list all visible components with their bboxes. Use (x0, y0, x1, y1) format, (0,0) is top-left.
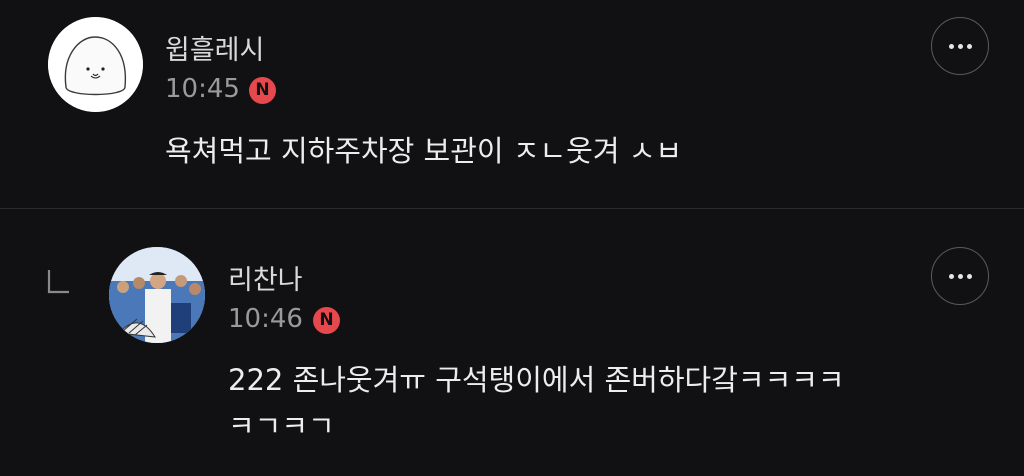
more-dot (966, 273, 972, 279)
comment-text-line-2: ㅋㄱㅋㄱ (228, 409, 335, 443)
more-dot (957, 43, 963, 49)
username[interactable]: 윕흘레시 (165, 28, 264, 67)
comment-item: 윕흘레시 10:45 N 욕쳐먹고 지하주차장 보관이 ㅈㄴ웃겨 ㅅㅂ (0, 0, 1024, 208)
more-dot (966, 43, 972, 49)
seal-avatar-image (48, 17, 143, 112)
new-badge-icon: N (249, 77, 276, 104)
comment-text-line-1: 222 존나웃겨ㅠ 구석탱이에서 존버하다갘ㅋㅋㅋㅋ (228, 363, 845, 397)
more-options-button[interactable] (931, 17, 989, 75)
username[interactable]: 리찬나 (228, 258, 303, 297)
avatar[interactable] (48, 17, 143, 112)
timestamp: 10:46 (228, 304, 303, 334)
comment-text: 욕쳐먹고 지하주차장 보관이 ㅈㄴ웃겨 ㅅㅂ (165, 134, 683, 168)
reply-comment-item: 리찬나 10:46 N 222 존나웃겨ㅠ 구석탱이에서 존버하다갘ㅋㅋㅋㅋ ㅋ… (0, 209, 1024, 476)
more-dot (957, 273, 963, 279)
more-horizontal-icon (948, 273, 954, 279)
crowd-photo-avatar-image (109, 247, 205, 343)
new-badge-icon: N (313, 307, 340, 334)
more-horizontal-icon (948, 43, 954, 49)
more-options-button[interactable] (931, 247, 989, 305)
avatar[interactable] (109, 247, 205, 343)
timestamp: 10:45 (165, 74, 240, 104)
reply-arrow-icon (47, 270, 69, 294)
